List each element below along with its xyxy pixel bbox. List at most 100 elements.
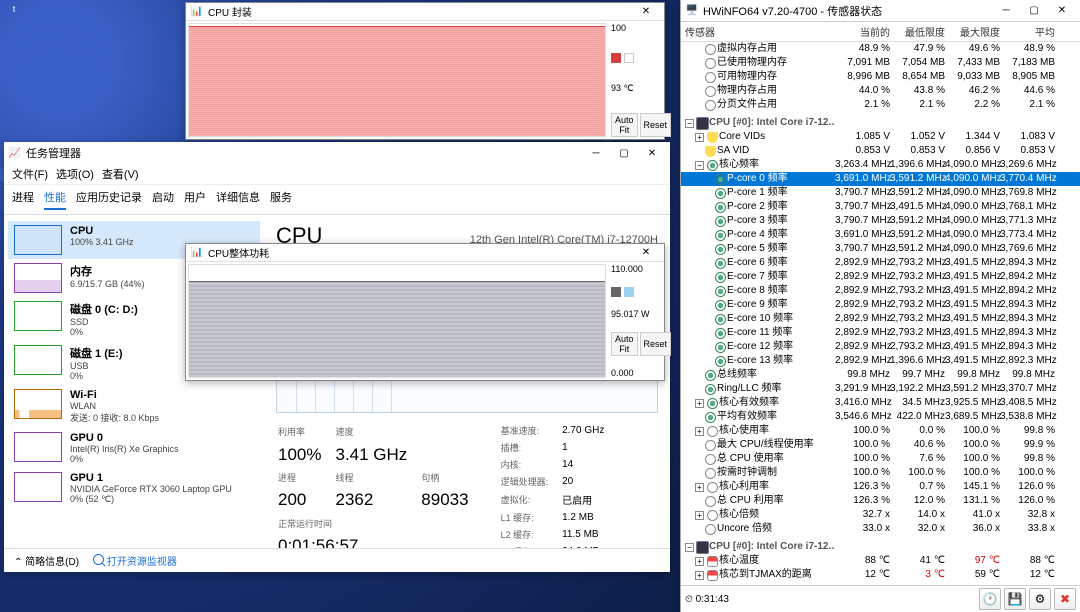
table-row[interactable]: P-core 3 频率3,790.7 MHz3,591.2 MHz4,090.0… xyxy=(681,214,1080,228)
table-header: 传感器当前的最低限度最大限度平均 xyxy=(681,22,1080,42)
wifi-sparkline xyxy=(14,389,62,419)
tab-users[interactable]: 用户 xyxy=(184,189,206,210)
brief-info-toggle[interactable]: ⌃ 简略信息(D) xyxy=(14,553,79,568)
table-row[interactable]: E-core 7 频率2,892.9 MHz2,793.2 MHz3,491.5… xyxy=(681,270,1080,284)
table-row[interactable]: 已使用物理内存7,091 MB7,054 MB7,433 MB7,183 MB xyxy=(681,56,1080,70)
minimize-icon[interactable]: ─ xyxy=(582,143,610,163)
table-row[interactable]: 总线频率99.8 MHz99.7 MHz99.8 MHz99.8 MHz xyxy=(681,368,1080,382)
reset-button[interactable]: Reset xyxy=(640,332,672,356)
expand-icon[interactable]: + xyxy=(695,557,704,566)
status-bar: ⏲ 0:31:43 🕐 💾 ⚙ ✖ xyxy=(681,585,1080,612)
close-icon[interactable]: ✕ xyxy=(632,243,660,263)
settings-button[interactable]: ⚙ xyxy=(1029,588,1051,610)
table-row[interactable]: P-core 1 频率3,790.7 MHz3,591.2 MHz4,090.0… xyxy=(681,186,1080,200)
sidebar-item-wifi[interactable]: Wi-FiWLAN发送: 0 接收: 8.0 Kbps xyxy=(8,385,260,428)
reset-button[interactable]: Reset xyxy=(640,113,672,137)
table-row[interactable]: E-core 6 频率2,892.9 MHz2,793.2 MHz3,491.5… xyxy=(681,256,1080,270)
maximize-icon[interactable]: ▢ xyxy=(1020,1,1048,21)
menu-file[interactable]: 文件(F) xyxy=(12,166,48,182)
sensor-tree[interactable]: 虚拟内存占用48.9 %47.9 %49.6 %48.9 %已使用物理内存7,0… xyxy=(681,42,1080,585)
section-cpu[interactable]: −CPU [#0]: Intel Core i7-12... xyxy=(681,116,1080,130)
menu-options[interactable]: 选项(O) xyxy=(56,166,94,182)
cpu-package-chart-window: 📊 CPU 封装 ✕ 100 93 ℃ Auto Fit Reset xyxy=(185,2,665,140)
clock-icon xyxy=(715,244,726,255)
open-resource-monitor-link[interactable]: 打开资源监视器 xyxy=(93,553,177,568)
table-row[interactable]: +核心有效频率3,416.0 MHz34.5 MHz3,925.5 MHz3,4… xyxy=(681,396,1080,410)
tab-details[interactable]: 详细信息 xyxy=(216,189,260,210)
table-row[interactable]: P-core 5 频率3,790.7 MHz3,591.2 MHz4,090.0… xyxy=(681,242,1080,256)
hwinfo-icon: 🖥️ xyxy=(685,4,699,18)
expand-icon[interactable]: + xyxy=(695,427,704,436)
table-row[interactable]: E-core 8 频率2,892.9 MHz2,793.2 MHz3,491.5… xyxy=(681,284,1080,298)
table-row[interactable]: 总 CPU 使用率100.0 %7.6 %100.0 %99.8 % xyxy=(681,452,1080,466)
stop-button[interactable]: ✖ xyxy=(1054,588,1076,610)
table-row[interactable]: E-core 13 频率2,892.9 MHz1,396.6 MHz3,491.… xyxy=(681,354,1080,368)
expand-icon[interactable]: + xyxy=(695,133,704,142)
tab-processes[interactable]: 进程 xyxy=(12,189,34,210)
close-icon[interactable]: ✕ xyxy=(632,2,660,22)
clock-button[interactable]: 🕐 xyxy=(979,588,1001,610)
table-row[interactable]: 可用物理内存8,996 MB8,654 MB9,033 MB8,905 MB xyxy=(681,70,1080,84)
gauge-icon xyxy=(705,440,716,451)
tab-performance[interactable]: 性能 xyxy=(44,189,66,210)
table-row[interactable]: +核心温度88 ℃41 ℃97 ℃88 ℃ xyxy=(681,554,1080,568)
expand-icon[interactable]: + xyxy=(695,399,704,408)
gauge-icon xyxy=(707,398,718,409)
chart-max-label: 110.000 xyxy=(611,264,661,274)
expand-icon[interactable]: − xyxy=(695,161,704,170)
clock-icon xyxy=(715,216,726,227)
tab-services[interactable]: 服务 xyxy=(270,189,292,210)
thermometer-icon xyxy=(707,570,718,581)
gauge-icon xyxy=(705,86,716,97)
sidebar-item-gpu1[interactable]: GPU 1NVIDIA GeForce RTX 3060 Laptop GPU0… xyxy=(8,468,260,509)
tab-startup[interactable]: 启动 xyxy=(152,189,174,210)
table-row[interactable]: E-core 10 频率2,892.9 MHz2,793.2 MHz3,491.… xyxy=(681,312,1080,326)
clock-icon xyxy=(715,272,726,283)
table-row[interactable]: E-core 11 频率2,892.9 MHz2,793.2 MHz3,491.… xyxy=(681,326,1080,340)
expand-icon[interactable]: + xyxy=(695,571,704,580)
table-row[interactable]: 分页文件占用2.1 %2.1 %2.2 %2.1 % xyxy=(681,98,1080,112)
table-row[interactable]: +核心使用率100.0 %0.0 %100.0 %99.8 % xyxy=(681,424,1080,438)
table-row[interactable]: E-core 9 频率2,892.9 MHz2,793.2 MHz3,491.5… xyxy=(681,298,1080,312)
maximize-icon[interactable]: ▢ xyxy=(610,143,638,163)
window-titlebar[interactable]: 📊 CPU 封装 ✕ xyxy=(186,3,664,21)
table-row[interactable]: +核心倍频32.7 x14.0 x41.0 x32.8 x xyxy=(681,508,1080,522)
table-row[interactable]: 物理内存占用44.0 %43.8 %46.2 %44.6 % xyxy=(681,84,1080,98)
legend-swatch xyxy=(611,53,621,63)
save-button[interactable]: 💾 xyxy=(1004,588,1026,610)
table-row[interactable]: E-core 12 频率2,892.9 MHz2,793.2 MHz3,491.… xyxy=(681,340,1080,354)
window-titlebar[interactable]: 📈 任务管理器 ─ ▢ ✕ xyxy=(4,142,670,164)
expand-icon[interactable]: − xyxy=(685,119,694,128)
desktop-icon[interactable]: t xyxy=(4,4,24,14)
menu-view[interactable]: 查看(V) xyxy=(102,166,139,182)
close-icon[interactable]: ✕ xyxy=(1048,1,1076,21)
table-row[interactable]: 平均有效频率3,546.6 MHz422.0 MHz3,689.5 MHz3,5… xyxy=(681,410,1080,424)
minimize-icon[interactable]: ─ xyxy=(992,1,1020,21)
window-titlebar[interactable]: 📊 CPU整体功耗 ✕ xyxy=(186,244,664,262)
autofit-button[interactable]: Auto Fit xyxy=(611,332,638,356)
table-row[interactable]: P-core 4 频率3,691.0 MHz3,591.2 MHz4,090.0… xyxy=(681,228,1080,242)
expand-icon[interactable]: + xyxy=(695,483,704,492)
section-cpu-temp[interactable]: −CPU [#0]: Intel Core i7-12... xyxy=(681,540,1080,554)
table-row[interactable]: P-core 2 频率3,790.7 MHz3,491.5 MHz4,090.0… xyxy=(681,200,1080,214)
gauge-icon xyxy=(705,44,716,55)
table-row[interactable]: +核心利用率126.3 %0.7 %145.1 %126.0 % xyxy=(681,480,1080,494)
table-row[interactable]: 虚拟内存占用48.9 %47.9 %49.6 %48.9 % xyxy=(681,42,1080,56)
table-row[interactable]: P-core 0 频率3,691.0 MHz3,591.2 MHz4,090.0… xyxy=(681,172,1080,186)
autofit-button[interactable]: Auto Fit xyxy=(611,113,638,137)
expand-icon[interactable]: + xyxy=(695,511,704,520)
table-row[interactable]: Uncore 倍频33.0 x32.0 x36.0 x33.8 x xyxy=(681,522,1080,536)
table-row[interactable]: 总 CPU 利用率126.3 %12.0 %131.1 %126.0 % xyxy=(681,494,1080,508)
table-row[interactable]: 按需时钟调制100.0 %100.0 %100.0 %100.0 % xyxy=(681,466,1080,480)
table-row[interactable]: Ring/LLC 频率3,291.9 MHz3,192.2 MHz3,591.2… xyxy=(681,382,1080,396)
table-row[interactable]: SA VID0.853 V0.853 V0.856 V0.853 V xyxy=(681,144,1080,158)
sidebar-item-gpu0[interactable]: GPU 0Intel(R) Iris(R) Xe Graphics0% xyxy=(8,428,260,468)
expand-icon[interactable]: − xyxy=(685,543,694,552)
window-titlebar[interactable]: 🖥️ HWiNFO64 v7.20-4700 - 传感器状态 ─ ▢ ✕ xyxy=(681,0,1080,22)
table-row[interactable]: −核心频率3,263.4 MHz1,396.6 MHz4,090.0 MHz3,… xyxy=(681,158,1080,172)
table-row[interactable]: +Core VIDs1.085 V1.052 V1.344 V1.083 V xyxy=(681,130,1080,144)
tab-apphistory[interactable]: 应用历史记录 xyxy=(76,189,142,210)
close-icon[interactable]: ✕ xyxy=(638,143,666,163)
table-row[interactable]: 最大 CPU/线程使用率100.0 %40.6 %100.0 %99.9 % xyxy=(681,438,1080,452)
table-row[interactable]: +核芯到TJMAX的距离12 ℃3 ℃59 ℃12 ℃ xyxy=(681,568,1080,582)
